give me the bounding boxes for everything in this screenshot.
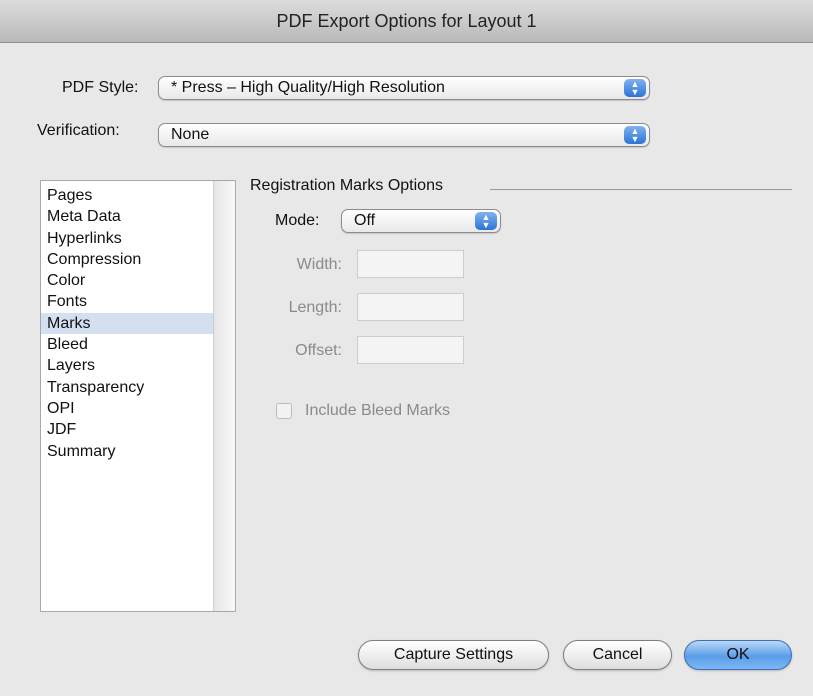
category-item-hyperlinks[interactable]: Hyperlinks — [41, 228, 213, 249]
title-bar: PDF Export Options for Layout 1 — [0, 0, 813, 43]
mode-value: Off — [354, 212, 376, 229]
category-item-marks[interactable]: Marks — [41, 312, 213, 335]
width-label: Width: — [296, 256, 342, 273]
cancel-button[interactable]: Cancel — [563, 640, 672, 670]
updown-arrows-icon: ▲ ▼ — [475, 212, 497, 230]
pdf-style-label: PDF Style: — [62, 79, 139, 96]
verification-select[interactable]: None ▲ ▼ — [158, 123, 650, 147]
offset-label: Offset: — [295, 342, 342, 359]
category-item-fonts[interactable]: Fonts — [41, 291, 213, 312]
include-bleed-checkbox[interactable] — [276, 403, 292, 419]
category-item-opi[interactable]: OPI — [41, 398, 213, 419]
window-title: PDF Export Options for Layout 1 — [276, 10, 537, 31]
category-item-pages[interactable]: Pages — [41, 185, 213, 206]
length-label: Length: — [288, 299, 342, 316]
group-divider — [490, 189, 792, 190]
mode-select[interactable]: Off ▲ ▼ — [341, 209, 501, 233]
verification-label: Verification: — [37, 122, 120, 139]
category-item-bleed[interactable]: Bleed — [41, 334, 213, 355]
category-item-layers[interactable]: Layers — [41, 355, 213, 376]
ok-button[interactable]: OK — [684, 640, 792, 670]
pdf-export-dialog: PDF Export Options for Layout 1 PDF Styl… — [0, 0, 813, 696]
length-field[interactable] — [357, 293, 464, 321]
group-title: Registration Marks Options — [250, 177, 443, 194]
category-item-transparency[interactable]: Transparency — [41, 377, 213, 398]
category-item-jdf[interactable]: JDF — [41, 419, 213, 440]
capture-settings-button[interactable]: Capture Settings — [358, 640, 549, 670]
updown-arrows-icon: ▲ ▼ — [624, 79, 646, 97]
verification-value: None — [171, 126, 210, 143]
width-field[interactable] — [357, 250, 464, 278]
category-items: Pages Meta Data Hyperlinks Compression Color… — [41, 185, 213, 462]
category-list: Pages Meta Data Hyperlinks Compression Color… — [40, 180, 236, 612]
list-scrollbar[interactable] — [213, 181, 235, 611]
include-bleed-label: Include Bleed Marks — [305, 402, 450, 419]
category-item-summary[interactable]: Summary — [41, 441, 213, 462]
pdf-style-select[interactable]: * Press – High Quality/High Resolution ▲… — [158, 76, 650, 100]
updown-arrows-icon: ▲ ▼ — [624, 126, 646, 144]
category-item-meta-data[interactable]: Meta Data — [41, 206, 213, 227]
offset-field[interactable] — [357, 336, 464, 364]
mode-label: Mode: — [275, 212, 320, 229]
pdf-style-value: * Press – High Quality/High Resolution — [171, 79, 445, 96]
category-item-color[interactable]: Color — [41, 270, 213, 291]
category-item-compression[interactable]: Compression — [41, 249, 213, 270]
